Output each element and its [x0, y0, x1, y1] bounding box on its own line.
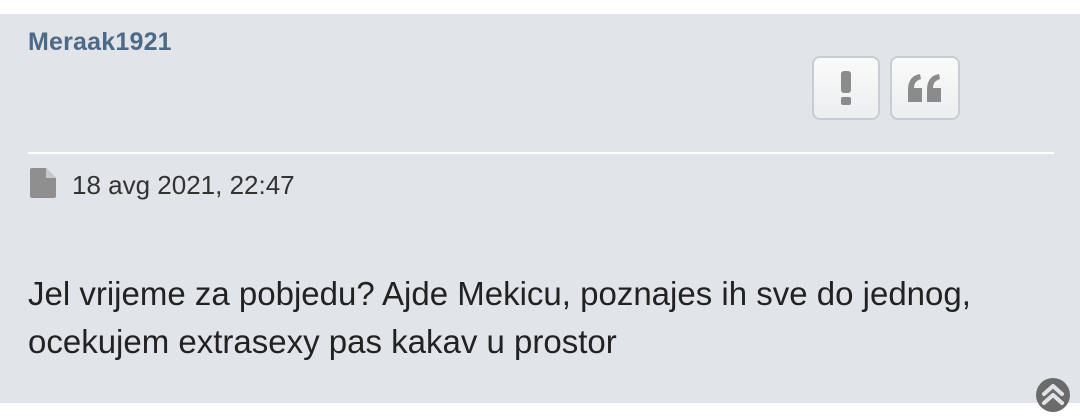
post-timestamp: 18 avg 2021, 22:47 — [72, 170, 295, 200]
exclamation-icon — [841, 71, 851, 105]
post-actions — [812, 56, 960, 120]
file-icon[interactable] — [30, 168, 56, 203]
post-author-link[interactable]: Meraak1921 — [28, 28, 172, 57]
quote-icon — [908, 74, 941, 102]
post-divider — [28, 152, 1054, 154]
quote-button[interactable] — [890, 56, 960, 120]
report-button[interactable] — [812, 56, 880, 120]
post-content: Jel vrijeme za pobjedu? Ajde Mekicu, poz… — [28, 275, 971, 360]
back-to-top-button[interactable] — [1036, 378, 1070, 417]
post-meta: 18 avg 2021, 22:47 — [30, 168, 295, 203]
post-container: Meraak1921 18 avg 2021, 22:47 Jel vrijem… — [0, 14, 1080, 412]
chevron-up-circle-icon — [1036, 378, 1070, 412]
